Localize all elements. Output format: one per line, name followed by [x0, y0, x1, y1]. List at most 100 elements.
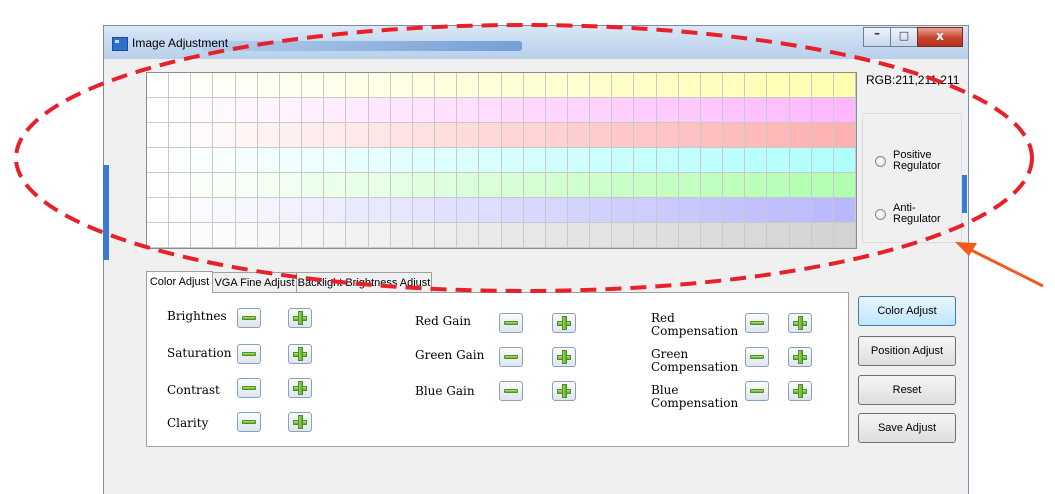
palette-cell[interactable] [567, 73, 591, 98]
palette-cell[interactable] [612, 98, 635, 123]
palette-cell[interactable] [213, 73, 236, 98]
brightness-increase-button[interactable] [288, 308, 312, 328]
palette-cell[interactable] [235, 223, 258, 248]
palette-cell[interactable] [634, 98, 657, 123]
palette-cell[interactable] [435, 98, 458, 123]
palette-cell[interactable] [723, 123, 746, 148]
brightness-decrease-button[interactable] [237, 308, 261, 328]
palette-cell[interactable] [368, 123, 391, 148]
clarity-decrease-button[interactable] [237, 412, 261, 432]
palette-cell[interactable] [723, 98, 746, 123]
close-button[interactable]: x [917, 27, 963, 47]
palette-cell[interactable] [390, 98, 413, 123]
palette-cell[interactable] [811, 198, 834, 223]
palette-cell[interactable] [590, 223, 613, 248]
palette-cell[interactable] [235, 73, 258, 98]
palette-cell[interactable] [678, 173, 701, 198]
reset-button[interactable]: Reset [858, 375, 956, 405]
palette-cell[interactable] [767, 198, 790, 223]
palette-cell[interactable] [745, 73, 768, 98]
palette-cell[interactable] [147, 173, 170, 198]
palette-cell[interactable] [523, 148, 546, 173]
palette-cell[interactable] [302, 123, 325, 148]
palette-cell[interactable] [191, 98, 214, 123]
palette-cell[interactable] [789, 148, 812, 173]
tab-color-adjust[interactable]: Color Adjust [146, 271, 213, 293]
palette-cell[interactable] [279, 198, 303, 223]
palette-cell[interactable] [368, 98, 391, 123]
palette-cell[interactable] [235, 198, 258, 223]
palette-cell[interactable] [678, 198, 701, 223]
palette-cell[interactable] [279, 73, 303, 98]
palette-cell[interactable] [279, 123, 303, 148]
palette-cell[interactable] [833, 98, 856, 123]
palette-cell[interactable] [656, 223, 679, 248]
palette-cell[interactable] [147, 73, 170, 98]
palette-cell[interactable] [789, 73, 812, 98]
green-gain-increase-button[interactable] [552, 347, 576, 367]
palette-cell[interactable] [656, 173, 679, 198]
palette-cell[interactable] [656, 148, 679, 173]
palette-cell[interactable] [545, 223, 568, 248]
palette-cell[interactable] [545, 123, 568, 148]
palette-cell[interactable] [324, 73, 347, 98]
palette-cell[interactable] [523, 223, 546, 248]
palette-cell[interactable] [213, 223, 236, 248]
palette-cell[interactable] [590, 98, 613, 123]
palette-cell[interactable] [590, 173, 613, 198]
blue-gain-increase-button[interactable] [552, 381, 576, 401]
palette-cell[interactable] [435, 223, 458, 248]
contrast-decrease-button[interactable] [237, 378, 261, 398]
palette-cell[interactable] [767, 98, 790, 123]
palette-cell[interactable] [435, 173, 458, 198]
palette-cell[interactable] [235, 148, 258, 173]
palette-cell[interactable] [634, 198, 657, 223]
palette-cell[interactable] [257, 123, 280, 148]
palette-cell[interactable] [745, 173, 768, 198]
palette-cell[interactable] [346, 173, 369, 198]
clarity-increase-button[interactable] [288, 412, 312, 432]
palette-cell[interactable] [346, 198, 369, 223]
palette-cell[interactable] [545, 173, 568, 198]
palette-cell[interactable] [390, 173, 413, 198]
palette-cell[interactable] [723, 198, 746, 223]
palette-cell[interactable] [147, 98, 170, 123]
palette-cell[interactable] [833, 173, 856, 198]
palette-cell[interactable] [833, 198, 856, 223]
palette-cell[interactable] [656, 98, 679, 123]
palette-cell[interactable] [634, 73, 657, 98]
palette-cell[interactable] [678, 148, 701, 173]
palette-cell[interactable] [811, 173, 834, 198]
palette-cell[interactable] [191, 223, 214, 248]
palette-cell[interactable] [523, 73, 546, 98]
palette-cell[interactable] [412, 198, 436, 223]
palette-cell[interactable] [390, 223, 413, 248]
palette-cell[interactable] [723, 173, 746, 198]
palette-cell[interactable] [545, 98, 568, 123]
palette-cell[interactable] [412, 123, 436, 148]
palette-cell[interactable] [368, 223, 391, 248]
palette-cell[interactable] [767, 173, 790, 198]
palette-cell[interactable] [567, 148, 591, 173]
palette-cell[interactable] [412, 223, 436, 248]
palette-cell[interactable] [324, 148, 347, 173]
palette-cell[interactable] [479, 73, 502, 98]
palette-cell[interactable] [412, 173, 436, 198]
palette-cell[interactable] [523, 123, 546, 148]
palette-cell[interactable] [590, 198, 613, 223]
palette-cell[interactable] [767, 223, 790, 248]
palette-cell[interactable] [147, 123, 170, 148]
palette-cell[interactable] [523, 198, 546, 223]
positive-regulator-radio[interactable] [875, 155, 886, 167]
palette-cell[interactable] [745, 198, 768, 223]
palette-cell[interactable] [213, 98, 236, 123]
palette-cell[interactable] [634, 223, 657, 248]
palette-cell[interactable] [590, 123, 613, 148]
saturation-decrease-button[interactable] [237, 344, 261, 364]
palette-cell[interactable] [612, 223, 635, 248]
palette-cell[interactable] [346, 148, 369, 173]
palette-cell[interactable] [169, 73, 192, 98]
palette-cell[interactable] [501, 73, 524, 98]
palette-cell[interactable] [147, 148, 170, 173]
palette-cell[interactable] [213, 198, 236, 223]
